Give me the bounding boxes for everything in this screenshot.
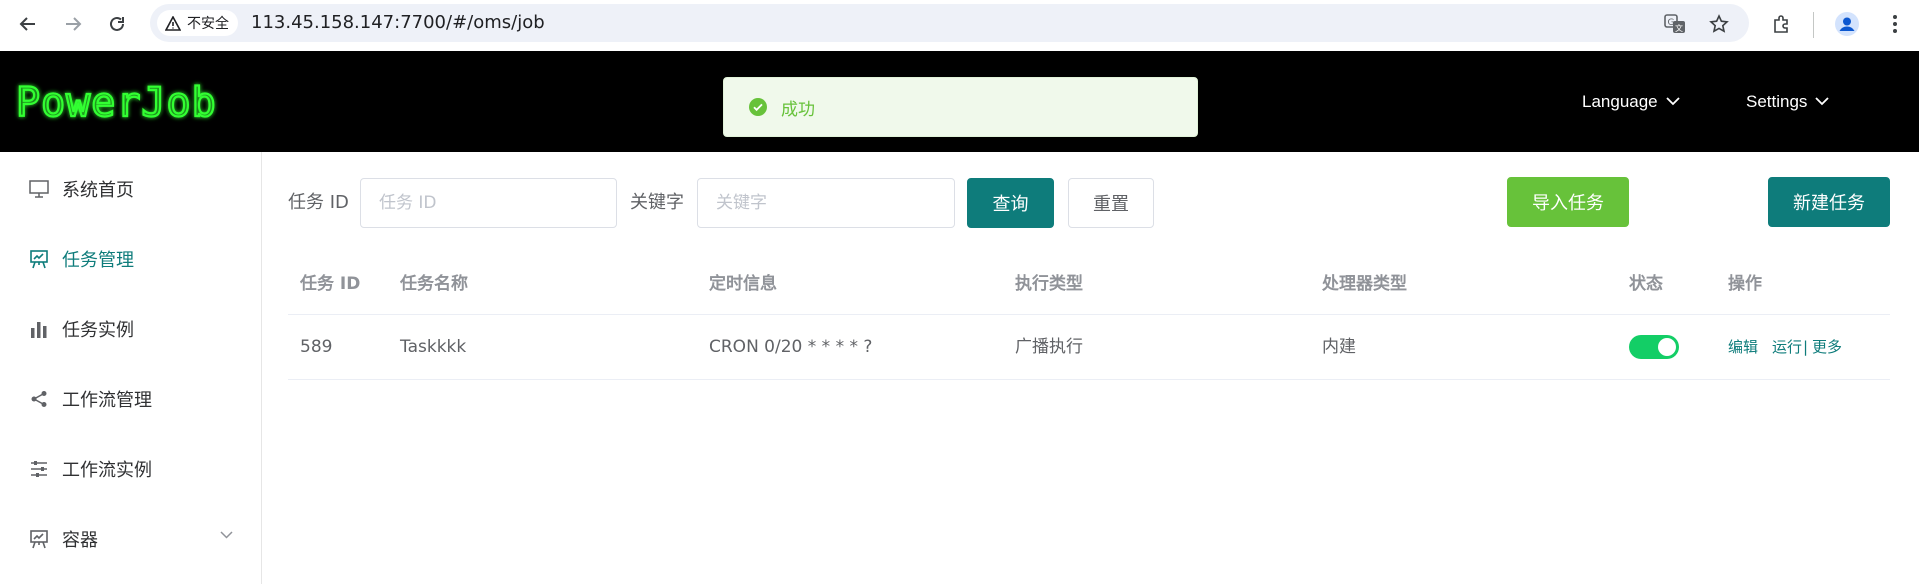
keyword-input[interactable] [697, 178, 955, 228]
easel-icon [28, 528, 50, 550]
chevron-down-icon [1666, 97, 1680, 106]
import-job-button[interactable]: 导入任务 [1507, 177, 1629, 227]
forward-icon[interactable] [58, 9, 88, 39]
keyword-label: 关键字 [630, 192, 684, 213]
sidebar-item-label: 系统首页 [62, 180, 134, 201]
toast-message: 成功 [781, 99, 815, 120]
svg-text:PowerJob: PowerJob [16, 80, 217, 126]
column-header-exec-type: 执行类型 [1015, 274, 1083, 294]
column-header-task-id: 任务 ID [300, 274, 361, 294]
language-menu-label: Language [1582, 92, 1658, 111]
translate-icon[interactable]: G文 [1664, 13, 1686, 35]
op-separator: | [1803, 338, 1809, 356]
more-link[interactable]: 更多 [1812, 315, 1842, 379]
task-id-label: 任务 ID [288, 192, 349, 213]
success-check-icon [749, 98, 767, 116]
security-chip[interactable]: 不安全 [157, 10, 238, 36]
cell-exec-type: 广播执行 [1015, 337, 1083, 357]
query-button[interactable]: 查询 [967, 178, 1054, 228]
monitor-icon [28, 178, 50, 200]
url-text[interactable]: 113.45.158.147:7700/#/oms/job [251, 4, 545, 42]
more-menu-icon[interactable] [1880, 9, 1910, 39]
language-menu[interactable]: Language [1582, 51, 1680, 152]
cell-task-id: 589 [300, 337, 333, 357]
share-icon [28, 388, 50, 410]
sliders-icon [28, 458, 50, 480]
column-header-actions: 操作 [1728, 274, 1762, 294]
cell-schedule: CRON 0/20 * * * * ? [709, 337, 873, 357]
bar-chart-icon [28, 318, 50, 340]
cell-processor-type: 内建 [1322, 337, 1356, 357]
sidebar-item-container[interactable]: 容器 [0, 511, 261, 567]
sidebar-item-label: 工作流实例 [62, 460, 152, 481]
sidebar-item-label: 任务管理 [62, 250, 134, 271]
success-toast: 成功 [723, 77, 1198, 137]
back-icon[interactable] [13, 9, 43, 39]
settings-menu-label: Settings [1746, 92, 1808, 111]
address-bar[interactable]: 不安全 113.45.158.147:7700/#/oms/job G文 [150, 4, 1749, 42]
column-header-status: 状态 [1629, 274, 1663, 294]
cell-task-name: Taskkkk [400, 337, 467, 357]
sidebar-item-label: 任务实例 [62, 320, 134, 341]
presentation-icon [28, 248, 50, 270]
task-id-input[interactable] [360, 178, 617, 228]
new-job-button[interactable]: 新建任务 [1768, 177, 1890, 227]
switch-knob [1658, 338, 1676, 356]
row-divider [288, 379, 1890, 380]
chevron-down-icon [1815, 97, 1830, 106]
sidebar-item-label: 容器 [62, 530, 98, 551]
warning-icon [165, 15, 181, 31]
column-header-schedule: 定时信息 [709, 274, 777, 294]
reset-button[interactable]: 重置 [1068, 178, 1154, 228]
column-header-task-name: 任务名称 [400, 274, 468, 294]
header-divider [288, 314, 1890, 315]
settings-menu[interactable]: Settings [1746, 51, 1830, 152]
reload-icon[interactable] [102, 9, 132, 39]
sidebar-item-label: 工作流管理 [62, 390, 152, 411]
sidebar-item-home[interactable]: 系统首页 [0, 161, 261, 217]
status-switch[interactable] [1629, 335, 1679, 359]
sidebar-item-job-management[interactable]: 任务管理 [0, 231, 261, 287]
sidebar-item-job-instances[interactable]: 任务实例 [0, 301, 261, 357]
svg-text:文: 文 [1675, 23, 1683, 33]
edit-link[interactable]: 编辑 [1728, 315, 1758, 379]
bookmark-star-icon[interactable] [1708, 13, 1730, 35]
extensions-icon[interactable] [1767, 9, 1797, 39]
run-link[interactable]: 运行 [1772, 315, 1802, 379]
chevron-down-icon [220, 531, 233, 539]
toolbar-divider [1813, 12, 1814, 38]
powerjob-logo[interactable]: PowerJob [14, 51, 274, 152]
sidebar-item-workflow-instances[interactable]: 工作流实例 [0, 441, 261, 497]
security-label: 不安全 [187, 16, 229, 32]
column-header-processor-type: 处理器类型 [1322, 274, 1407, 294]
sidebar-item-workflow-management[interactable]: 工作流管理 [0, 371, 261, 427]
browser-toolbar: 不安全 113.45.158.147:7700/#/oms/job G文 [0, 0, 1919, 51]
profile-avatar-icon[interactable] [1832, 9, 1862, 39]
sidebar: 系统首页 任务管理 任务实例 工作流管理 工作流实例 容器 [0, 152, 262, 584]
